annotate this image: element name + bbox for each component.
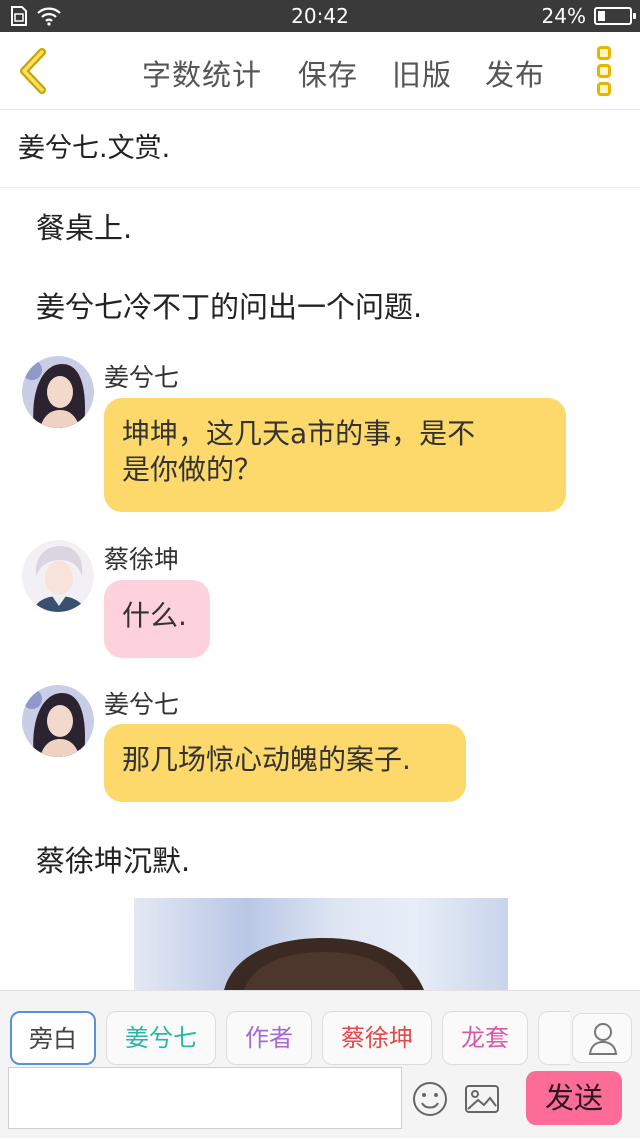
more-vertical-icon [597, 46, 611, 60]
avatar[interactable] [22, 356, 94, 428]
old-version-button[interactable]: 旧版 [392, 52, 452, 94]
send-button[interactable]: 发送 [526, 1071, 622, 1125]
role-label: 作者 [245, 1024, 293, 1052]
message-text: 什么. [122, 599, 187, 632]
speaker-name: 姜兮七 [104, 690, 180, 719]
role-label: 姜兮七 [125, 1024, 197, 1052]
more-dot [597, 82, 611, 96]
more-button[interactable] [592, 44, 616, 98]
narration-line[interactable]: 餐桌上. [36, 205, 132, 247]
word-count-button[interactable]: 字数统计 [142, 52, 262, 94]
message-text: 那几场惊心动魄的案子. [122, 743, 411, 776]
role-label: 旁白 [29, 1025, 77, 1053]
status-bar: 20:42 24% [0, 0, 640, 32]
message-bubble[interactable]: 什么. [104, 580, 210, 658]
back-button[interactable] [12, 48, 56, 94]
avatar[interactable] [22, 685, 94, 757]
role-chip[interactable]: 龙套 [442, 1011, 528, 1065]
narration-line[interactable]: 姜兮七冷不丁的问出一个问题. [36, 284, 422, 326]
narration-line[interactable]: 蔡徐坤沉默. [36, 838, 190, 880]
image-icon [465, 1085, 499, 1113]
publish-button[interactable]: 发布 [485, 52, 545, 94]
role-chip[interactable]: 姜兮七 [106, 1011, 216, 1065]
battery-icon [594, 7, 636, 25]
role-label: 龙套 [461, 1024, 509, 1052]
composer-panel: 旁白 姜兮七 作者 蔡徐坤 龙套 汪 发送 [0, 990, 640, 1138]
avatar[interactable] [22, 540, 94, 612]
role-chip[interactable]: 旁白 [10, 1011, 96, 1065]
message-text: 坤坤，这几天a市的事，是不 [122, 417, 476, 450]
image-button[interactable] [462, 1079, 502, 1119]
speaker-name: 蔡徐坤 [104, 545, 180, 574]
top-toolbar: 字数统计 保存 旧版 发布 [0, 32, 640, 110]
role-chip[interactable]: 汪 [538, 1011, 570, 1065]
save-button[interactable]: 保存 [298, 52, 358, 94]
battery-percent: 24% [541, 4, 586, 28]
speaker-name: 姜兮七 [104, 363, 180, 392]
message-bubble[interactable]: 坤坤，这几天a市的事，是不 是你做的？ [104, 398, 566, 512]
message-input[interactable] [8, 1067, 402, 1129]
emoji-button[interactable] [410, 1079, 450, 1119]
person-icon [588, 1023, 618, 1055]
chevron-left-icon [20, 48, 46, 94]
message-bubble[interactable]: 那几场惊心动魄的案子. [104, 724, 466, 802]
role-chip[interactable]: 作者 [226, 1011, 312, 1065]
role-label: 蔡徐坤 [341, 1024, 413, 1052]
smiley-icon [413, 1082, 447, 1116]
more-dot [597, 64, 611, 78]
role-chip[interactable]: 蔡徐坤 [322, 1011, 432, 1065]
role-selector: 旁白 姜兮七 作者 蔡徐坤 龙套 汪 [0, 991, 570, 1065]
story-image[interactable] [134, 898, 508, 990]
story-title[interactable]: 姜兮七.文赏. [0, 110, 640, 188]
role-label: 汪 [569, 1024, 570, 1052]
role-manage-button[interactable] [572, 1013, 632, 1063]
message-text: 是你做的？ [122, 453, 263, 486]
